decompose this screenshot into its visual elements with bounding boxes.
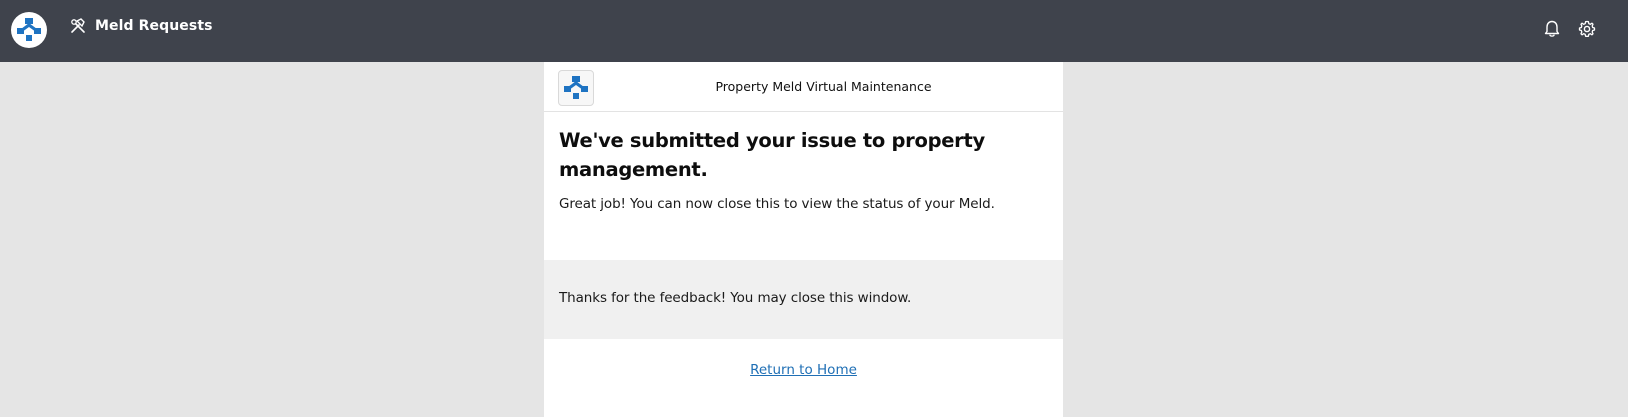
property-meld-logo-icon[interactable] (11, 12, 47, 48)
nav-title: Meld Requests (95, 18, 213, 34)
panel-header: Property Meld Virtual Maintenance (544, 62, 1063, 112)
top-navigation-bar: Meld Requests (0, 0, 1628, 62)
confirmation-content: We've submitted your issue to property m… (544, 112, 1063, 212)
gear-icon[interactable] (1576, 18, 1598, 40)
confirmation-subtext: Great job! You can now close this to vie… (559, 196, 995, 212)
confirmation-headline: We've submitted your issue to property m… (559, 129, 985, 181)
feedback-text: Thanks for the feedback! You may close t… (559, 290, 912, 306)
virtual-maintenance-panel: Property Meld Virtual Maintenance We've … (544, 62, 1063, 417)
feedback-message-box: Thanks for the feedback! You may close t… (544, 260, 1063, 339)
return-to-home-link[interactable]: Return to Home (544, 362, 1063, 378)
panel-header-title: Property Meld Virtual Maintenance (715, 79, 932, 94)
meld-requests-nav[interactable]: Meld Requests (70, 18, 213, 34)
hammer-wrench-icon (70, 18, 86, 34)
bell-icon[interactable] (1541, 18, 1563, 40)
